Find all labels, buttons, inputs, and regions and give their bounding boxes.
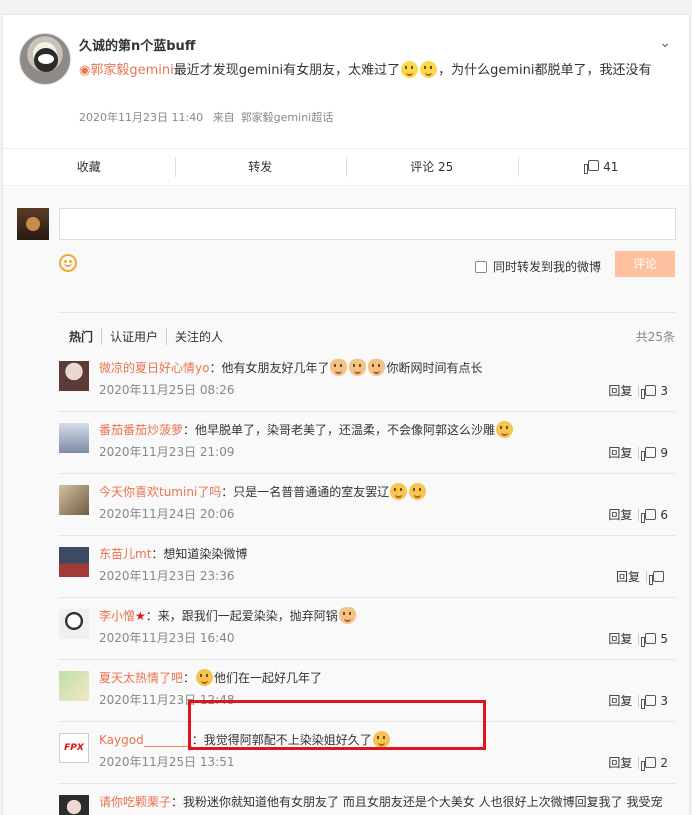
forward-checkbox[interactable]: 同时转发到我的微博 (475, 258, 601, 275)
filter-hot[interactable]: 热门 (69, 328, 101, 345)
topic-link[interactable]: ◉郭家毅gemini (79, 63, 174, 78)
thumbs-up-icon (584, 160, 600, 174)
cat-emoji-icon (368, 359, 386, 376)
cat-emoji-icon (349, 359, 367, 376)
cat-emoji-icon (338, 607, 356, 624)
thumbs-up-icon[interactable] (641, 695, 657, 709)
comment-time: 2020年11月23日 16:40 (99, 631, 235, 645)
comment-time: 2020年11月25日 13:51 (99, 755, 235, 769)
like-count: 2 (660, 755, 668, 770)
smile-emoji-icon (409, 483, 427, 500)
current-user-avatar (17, 208, 49, 240)
like-count: 3 (660, 383, 668, 398)
favorite-button[interactable]: 收藏 (3, 149, 175, 185)
thumbs-up-icon[interactable] (641, 757, 657, 771)
avatar[interactable] (59, 547, 89, 577)
thumbs-up-icon[interactable] (649, 571, 664, 585)
reply-button[interactable]: 回复 (608, 754, 632, 771)
divider (59, 535, 676, 536)
author-avatar[interactable] (19, 33, 71, 85)
avatar[interactable] (59, 423, 89, 453)
comment-time: 2020年11月23日 21:09 (99, 445, 235, 459)
comment-user[interactable]: 番茄番茄炒菠萝 (99, 423, 183, 437)
divider (59, 597, 676, 598)
post-text: ◉郭家毅gemini最近才发现gemini有女朋友，太难过了 ，为什么gemini… (79, 61, 652, 78)
comment-user[interactable]: 请你吃颗栗子 (99, 795, 171, 809)
reply-button[interactable]: 回复 (608, 506, 632, 523)
red-highlight-box (188, 700, 486, 750)
like-count: 3 (660, 693, 668, 708)
divider (59, 411, 676, 412)
like-count: 9 (660, 445, 668, 460)
avatar[interactable] (59, 361, 89, 391)
divider (59, 659, 676, 660)
cry-emoji-icon (401, 61, 419, 78)
avatar[interactable] (59, 485, 89, 515)
avatar[interactable] (59, 671, 89, 701)
like-count: 5 (660, 631, 668, 646)
thumbs-up-icon[interactable] (641, 385, 657, 399)
divider (59, 473, 676, 474)
comment-time: 2020年11月23日 23:36 (99, 569, 235, 583)
post-meta: 2020年11月23日 11:40 来自 郭家毅gemini超话 (79, 109, 339, 125)
smile-emoji-icon (390, 483, 408, 500)
reply-button[interactable]: 回复 (608, 630, 632, 647)
thumbs-up-icon[interactable] (641, 447, 657, 461)
thumbs-up-icon[interactable] (641, 509, 657, 523)
post-action-bar: 收藏 转发 评论 25 41 (3, 148, 689, 186)
weibo-post-card: 久诚的第n个蓝buff ⌄ ◉郭家毅gemini最近才发现gemini有女朋友，… (2, 14, 690, 815)
star-badge-icon: ★ (135, 609, 146, 623)
smile-emoji-icon (496, 421, 514, 438)
cat-emoji-icon (330, 359, 348, 376)
forward-button[interactable]: 转发 (174, 149, 347, 185)
source-prefix: 来自 (212, 111, 235, 124)
divider (59, 312, 676, 313)
filter-verified[interactable]: 认证用户 (101, 328, 166, 345)
reply-button[interactable]: 回复 (608, 692, 632, 709)
comment-time: 2020年11月24日 20:06 (99, 507, 235, 521)
filter-following[interactable]: 关注的人 (166, 328, 231, 345)
comment-time: 2020年11月25日 08:26 (99, 383, 235, 397)
comment-user[interactable]: 东苗儿mt (99, 547, 151, 561)
reply-button[interactable]: 回复 (608, 444, 632, 461)
comment-user[interactable]: 李小憎 (99, 609, 135, 623)
like-button[interactable]: 41 (517, 149, 690, 185)
comment-user[interactable]: 今天你喜欢tumini了吗 (99, 485, 221, 499)
reply-button[interactable]: 回复 (616, 568, 640, 585)
reply-button[interactable]: 回复 (608, 382, 632, 399)
chevron-down-icon[interactable]: ⌄ (659, 35, 671, 51)
comment-user[interactable]: Kaygod________ (99, 733, 192, 747)
comment-user[interactable]: 夏天太热情了吧 (99, 671, 183, 685)
comment-button[interactable]: 评论 25 (346, 149, 518, 185)
emoji-icon[interactable] (59, 254, 77, 272)
avatar[interactable] (59, 609, 89, 639)
smile-emoji-icon (196, 669, 214, 686)
post-source[interactable]: 郭家毅gemini超话 (241, 111, 334, 124)
post-timestamp[interactable]: 2020年11月23日 11:40 (79, 111, 203, 124)
comment-total: 共25条 (635, 330, 675, 344)
comment-filters: 热门 认证用户 关注的人 (69, 328, 231, 345)
avatar[interactable] (59, 795, 89, 815)
author-name[interactable]: 久诚的第n个蓝buff (79, 35, 195, 54)
avatar[interactable]: FPX (59, 733, 89, 763)
comment-input[interactable] (59, 208, 676, 240)
thumbs-up-icon[interactable] (641, 633, 657, 647)
cry-emoji-icon (420, 61, 438, 78)
comment-user[interactable]: 微凉的夏日好心情yo (99, 361, 209, 375)
like-count: 6 (660, 507, 668, 522)
divider (59, 783, 676, 784)
submit-comment-button[interactable]: 评论 (615, 251, 675, 277)
